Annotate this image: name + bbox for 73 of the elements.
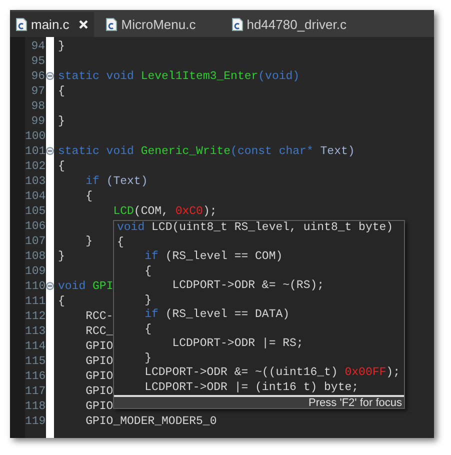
code-line: } (58, 250, 65, 263)
tab-label: MicroMenu.c (121, 16, 196, 34)
code-line: { (144, 264, 152, 278)
line-number: 102 (25, 160, 46, 173)
code-line: static void Generic_Write(const char* Text) (58, 145, 355, 158)
line-number: 103 (25, 175, 46, 188)
code-line: if (RS_level == DATA) (144, 308, 290, 321)
code-line: GPIO (84, 355, 114, 368)
line-number: 112 (25, 310, 46, 323)
code-line: GPIO (84, 385, 114, 398)
code-line: } (58, 115, 65, 128)
code-line: static void Level1Item3_Enter(void) (58, 70, 300, 83)
line-number: 107 (25, 235, 46, 248)
c-file-icon (106, 18, 118, 31)
fold-icon[interactable] (46, 72, 54, 80)
line-number: 94 (31, 40, 45, 53)
code-line: LCDPORT->ODR |= (int16 t) byte; (144, 380, 359, 394)
code-line: GPIO_MODER_MODER5_0 (84, 415, 217, 428)
code-line: RCC- (84, 310, 114, 323)
line-number: 110 (25, 280, 46, 293)
file-tab[interactable]: MicroMenu.c (100, 12, 220, 37)
code-line: GPIO (84, 340, 114, 353)
c-file-icon (232, 18, 243, 31)
code-line: } (144, 294, 152, 306)
line-number: 95 (31, 55, 45, 68)
fold-icon[interactable] (46, 282, 54, 290)
code-line: if (RS_level == COM) (144, 250, 283, 263)
line-number: 108 (25, 250, 46, 263)
file-tab[interactable]: hd44780_driver.c (226, 12, 370, 37)
code-line: } (58, 40, 65, 53)
code-line: LCD(COM, 0xC0); (112, 205, 217, 218)
close-icon[interactable] (79, 20, 88, 29)
code-line: LCDPORT->ODR &= ~(RS); (171, 279, 324, 292)
focus-hint: Press 'F2' for focus (308, 396, 402, 408)
code-line: LCDPORT->ODR &= ~((uint16_t) 0x00FF); (144, 366, 400, 379)
line-number: 98 (31, 100, 45, 113)
line-number: 100 (25, 130, 46, 143)
code-line: { (58, 160, 65, 173)
code-line: } (84, 235, 93, 248)
line-number: 99 (31, 115, 45, 128)
code-line: RCC_ (84, 325, 114, 338)
line-number: 101 (25, 145, 46, 158)
code-line: { (84, 190, 93, 203)
fold-icon[interactable] (46, 147, 54, 155)
file-tab[interactable]: main.c (10, 12, 94, 37)
code-line: { (144, 322, 152, 336)
code-line: GPIO (84, 370, 114, 383)
code-line: GPIO (84, 400, 114, 413)
line-number: 115 (25, 355, 46, 368)
code-line: LCDPORT->ODR |= RS; (171, 337, 304, 350)
line-number: 106 (25, 220, 46, 233)
line-number: 116 (25, 370, 46, 383)
code-line: void GPI (58, 280, 114, 293)
line-number: 117 (25, 385, 46, 398)
code-line: void LCD(uint8_t RS_level, uint8_t byte) (117, 221, 394, 234)
tab-label: hd44780_driver.c (246, 16, 346, 34)
c-file-icon (16, 18, 27, 31)
code-line: { (117, 236, 124, 248)
line-number: 111 (25, 295, 46, 308)
line-number: 104 (25, 190, 46, 203)
line-number: 105 (25, 205, 46, 218)
tab-label: main.c (31, 16, 70, 34)
code-line: { (58, 295, 65, 308)
line-number: 97 (31, 85, 45, 98)
line-number: 96 (31, 70, 45, 83)
code-line: { (58, 85, 65, 98)
line-number: 118 (25, 400, 46, 413)
code-line: } (144, 352, 152, 364)
line-number: 109 (25, 265, 46, 278)
line-number: 119 (25, 415, 46, 428)
line-number: 114 (25, 340, 46, 353)
code-line: if (Text) (84, 175, 148, 188)
line-number: 113 (25, 325, 46, 338)
